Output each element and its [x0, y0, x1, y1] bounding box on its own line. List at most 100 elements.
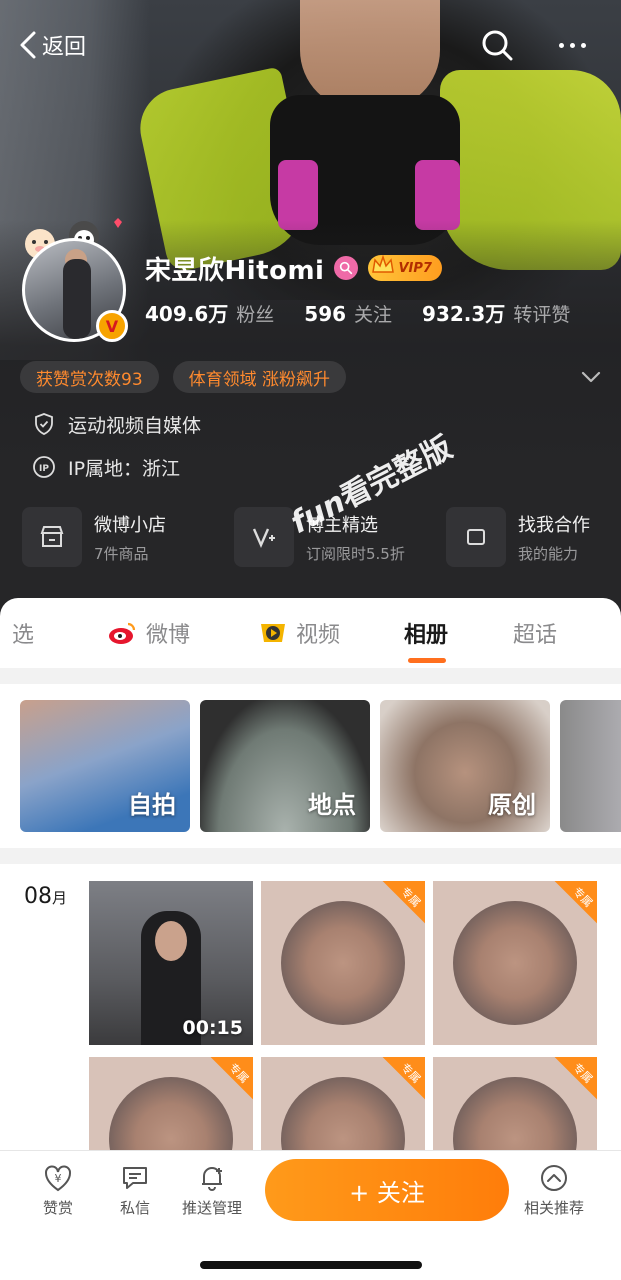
reward-yuan-icon: ¥	[45, 1165, 71, 1192]
profile-tags: 获赞赏次数93 体育领域 涨粉飙升	[20, 361, 347, 393]
verified-badge-icon: V	[96, 310, 128, 342]
tab-label: 超话	[513, 623, 558, 648]
push-label: 推送管理	[181, 1199, 242, 1217]
push-settings-button[interactable]: 推送管理	[172, 1163, 252, 1218]
reward-button[interactable]: ¥ 赞赏	[18, 1163, 98, 1218]
back-button[interactable]: 返回	[18, 28, 86, 62]
album-photo[interactable]: 专属	[261, 881, 425, 1045]
svg-text:¥: ¥	[55, 1172, 62, 1185]
tag-reward-count[interactable]: 获赞赏次数93	[20, 361, 159, 393]
related-label: 相关推荐	[523, 1199, 584, 1217]
exclusive-label: 专属	[398, 884, 424, 910]
service-subtitle: 我的能力	[518, 544, 579, 563]
profile-name: 宋昱欣Hitomi	[145, 255, 325, 286]
ip-icon-text: IP	[39, 464, 49, 474]
exclusive-corner-badge: 专属	[551, 881, 597, 927]
video-duration: 00:15	[182, 1017, 243, 1039]
category-label: 自拍	[128, 791, 176, 819]
reward-label: 赞赏	[42, 1199, 73, 1217]
verified-plus-icon	[234, 507, 294, 567]
album-category-original[interactable]: 原创	[380, 700, 550, 832]
album-category-location[interactable]: 地点	[200, 700, 370, 832]
stat-number: 409.6万	[145, 302, 229, 326]
tab-album[interactable]: 相册	[404, 616, 448, 650]
stat-label: 粉丝	[236, 304, 275, 326]
tab-super-topic[interactable]: 超话	[513, 616, 557, 650]
message-button[interactable]: 私信	[95, 1163, 175, 1218]
service-subtitle: 7件商品	[94, 544, 149, 563]
month-unit: 月	[52, 889, 68, 907]
more-dot-icon	[569, 42, 575, 48]
related-recommend-button[interactable]: 相关推荐	[514, 1163, 594, 1218]
divider	[0, 848, 621, 864]
shop-icon	[22, 507, 82, 567]
tab-video[interactable]: 视频	[258, 616, 340, 650]
album-video-thumbnail[interactable]: 00:15	[89, 881, 253, 1045]
more-dot-icon	[558, 42, 564, 48]
exclusive-label: 专属	[570, 884, 596, 910]
weibo-logo-icon	[109, 622, 136, 644]
vip-badge[interactable]: VIP7	[368, 254, 442, 281]
tab-featured[interactable]: 选	[12, 616, 34, 650]
name-row: 宋昱欣Hitomi VIP7	[145, 250, 442, 286]
tab-label: 选	[12, 623, 35, 648]
shield-icon	[35, 413, 53, 435]
tab-label: 微博	[146, 623, 191, 648]
chat-bubble-icon	[123, 1167, 147, 1189]
search-user-badge-icon[interactable]	[334, 256, 359, 280]
chevron-left-icon	[20, 31, 36, 59]
home-indicator	[200, 1261, 422, 1269]
chevron-down-icon[interactable]	[578, 366, 604, 388]
bio-text: 运动视频自媒体	[68, 414, 202, 437]
vip-label: VIP7	[398, 260, 432, 276]
active-tab-indicator	[408, 658, 446, 663]
service-cooperate[interactable]: 找我合作 我的能力	[446, 505, 621, 569]
exclusive-corner-badge: 专属	[207, 1057, 253, 1103]
tab-weibo[interactable]: 微博	[108, 616, 190, 650]
album-category-more[interactable]	[560, 700, 621, 832]
tab-label: 相册	[404, 623, 449, 648]
ip-text: IP属地：浙江	[68, 457, 181, 480]
album-categories: 自拍 地点 原创	[20, 700, 621, 832]
more-button[interactable]	[552, 28, 592, 62]
handshake-icon	[446, 507, 506, 567]
thumbnail-face	[155, 921, 187, 961]
tab-label: 视频	[296, 623, 341, 648]
ip-location-icon: IP	[33, 456, 55, 478]
search-button[interactable]	[480, 28, 514, 62]
ip-line: IP IP属地：浙江	[32, 452, 180, 482]
more-dot-icon	[580, 42, 586, 48]
service-weibo-shop[interactable]: 微博小店 7件商品	[22, 505, 214, 569]
tag-domain-rising[interactable]: 体育领域 涨粉飙升	[172, 361, 347, 393]
follow-button[interactable]: + 关注	[265, 1159, 509, 1221]
chevron-up-circle-icon	[541, 1165, 567, 1191]
bio-line: 运动视频自媒体	[32, 409, 201, 439]
exclusive-label: 专属	[226, 1060, 252, 1086]
exclusive-corner-badge: 专属	[379, 881, 425, 927]
stat-number: 596	[304, 302, 347, 326]
category-label: 原创	[488, 791, 536, 819]
follow-label: + 关注	[349, 1178, 425, 1207]
profile-tabs: 选 微博 视频 相册 超话	[0, 598, 621, 668]
divider	[0, 668, 621, 684]
stat-number: 932.3万	[422, 302, 506, 326]
top-bar: 返回	[0, 22, 621, 70]
profile-cover: 返回 V 宋昱欣Hitomi VIP7 409.6万 粉丝 596 关注 932…	[0, 0, 621, 640]
exclusive-corner-badge: 专属	[379, 1057, 425, 1103]
stat-label: 转评赞	[513, 304, 571, 326]
album-photo[interactable]: 专属	[433, 881, 597, 1045]
stat-followers[interactable]: 409.6万 粉丝	[145, 298, 274, 327]
service-title: 微博小店	[94, 514, 166, 536]
magnifier-icon	[340, 261, 353, 275]
stat-following[interactable]: 596 关注	[304, 300, 392, 327]
category-label: 地点	[308, 791, 356, 819]
album-category-selfie[interactable]: 自拍	[20, 700, 190, 832]
exclusive-label: 专属	[570, 1060, 596, 1086]
crown-icon	[372, 254, 395, 273]
avatar-block[interactable]: V	[14, 212, 134, 342]
stat-reposts[interactable]: 932.3万 转评赞	[422, 298, 570, 327]
message-label: 私信	[119, 1199, 150, 1217]
avatar-figure	[63, 259, 91, 339]
search-icon	[482, 30, 513, 61]
profile-stats: 409.6万 粉丝 596 关注 932.3万 转评赞	[145, 298, 600, 330]
